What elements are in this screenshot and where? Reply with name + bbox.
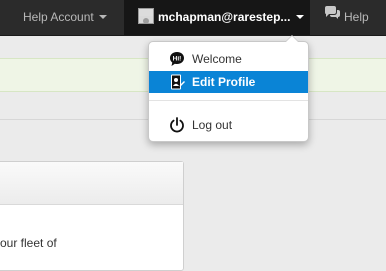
- chevron-down-icon: [98, 14, 107, 19]
- profile-card-icon: [169, 74, 185, 90]
- user-account-menu[interactable]: mchapman@rarestep...: [124, 0, 310, 35]
- panel-header: [0, 162, 183, 205]
- chevron-down-icon: [296, 14, 305, 19]
- menu-item-welcome[interactable]: Hi! Welcome: [149, 48, 308, 70]
- panel-body-text: our fleet of: [0, 236, 57, 250]
- menu-item-label: Welcome: [192, 52, 242, 66]
- menu-item-log-out[interactable]: Log out: [149, 113, 308, 137]
- menu-item-label: Edit Profile: [192, 75, 256, 89]
- top-navbar: Help Account mchapman@rarestep... Help: [0, 0, 386, 36]
- menu-item-edit-profile[interactable]: Edit Profile: [149, 71, 308, 93]
- content-panel: [0, 161, 184, 271]
- help-account-label: Help Account: [23, 10, 94, 24]
- dropdown-pointer-fill: [286, 36, 298, 42]
- avatar: [138, 8, 154, 25]
- help-label: Help: [344, 10, 369, 24]
- svg-text:Hi!: Hi!: [173, 56, 182, 63]
- help-account-menu[interactable]: Help Account: [23, 0, 107, 35]
- chat-bubbles-icon: [324, 0, 341, 34]
- menu-divider: [149, 100, 308, 101]
- help-menu[interactable]: Help: [324, 0, 369, 35]
- user-email-label: mchapman@rarestep...: [158, 10, 291, 24]
- speech-bubble-hi-icon: Hi!: [169, 51, 185, 67]
- user-dropdown-menu: Hi! Welcome Edit Profile Log out: [148, 35, 309, 142]
- menu-item-label: Log out: [192, 118, 233, 132]
- power-icon: [169, 117, 185, 133]
